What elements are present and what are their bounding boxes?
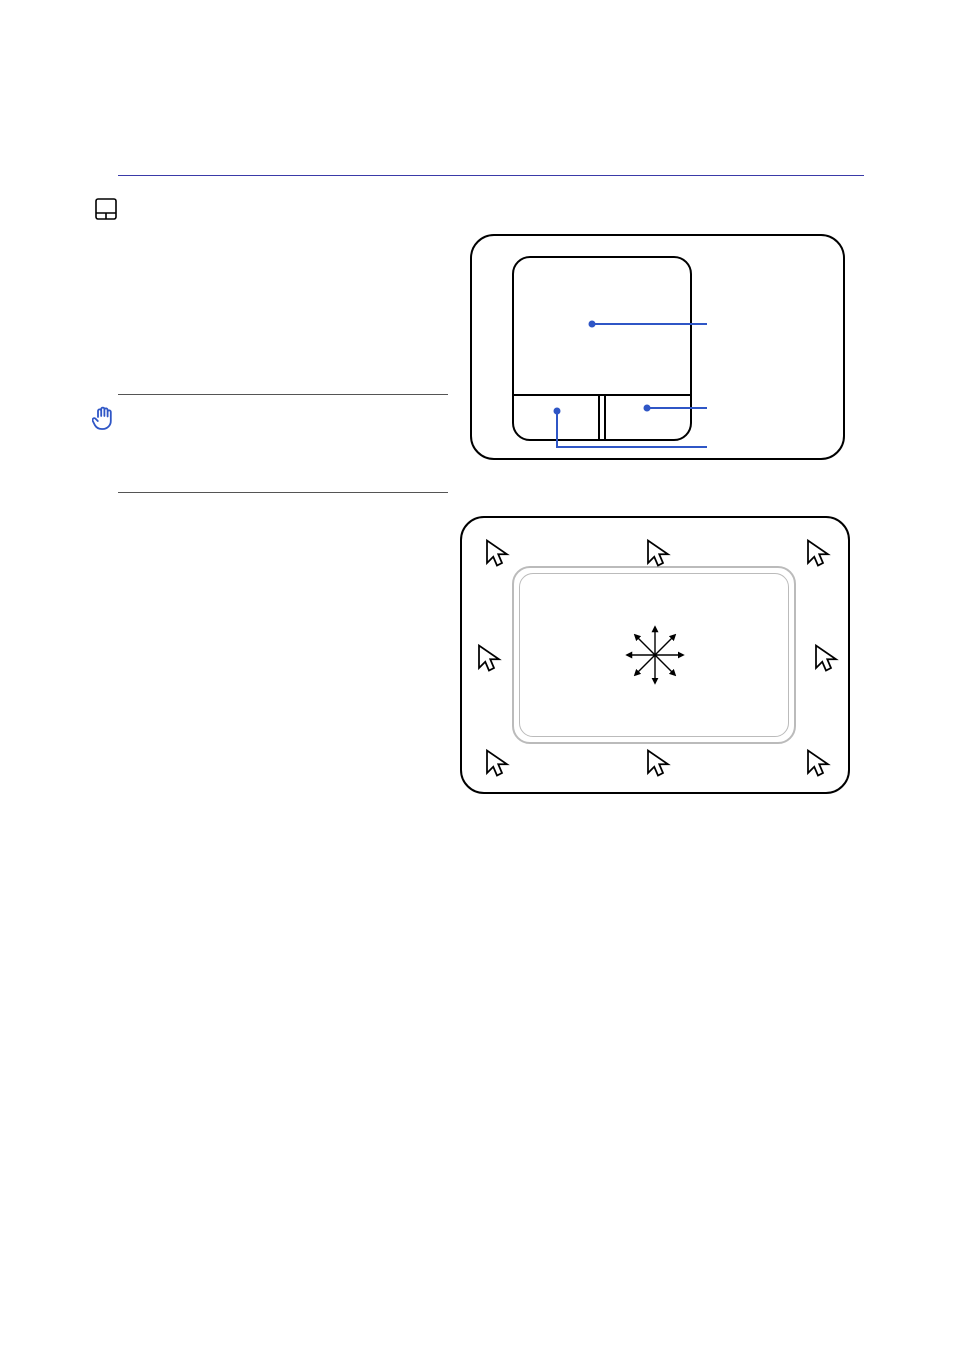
cursor-icon [645, 538, 671, 568]
cursor-icon [484, 538, 510, 568]
touchpad-surface [514, 258, 690, 398]
eight-direction-arrows-icon [615, 615, 695, 695]
callout-line-right [647, 407, 707, 409]
touchpad-icon [95, 198, 117, 220]
hand-icon [92, 404, 118, 432]
cursor-icon [805, 538, 831, 568]
cursor-icon [805, 748, 831, 778]
callout-line-left-h [556, 446, 707, 448]
button-separator [598, 396, 606, 439]
cursor-icon [476, 643, 502, 673]
text-divider [118, 492, 448, 493]
manual-page: Cursor Movement Right Click Left Click [0, 0, 954, 1351]
cursor-icon [813, 643, 839, 673]
touchpad-diagram: Cursor Movement Right Click Left Click [470, 234, 845, 460]
touchpad-outline [512, 256, 692, 441]
text-divider [118, 394, 448, 395]
callout-line-left-v [556, 411, 558, 447]
circular-motion-diagram [460, 516, 850, 794]
cursor-icon [645, 748, 671, 778]
cursor-icon [484, 748, 510, 778]
section-divider [118, 175, 864, 176]
touchpad-buttons [514, 394, 690, 439]
callout-line-surface [592, 323, 707, 325]
